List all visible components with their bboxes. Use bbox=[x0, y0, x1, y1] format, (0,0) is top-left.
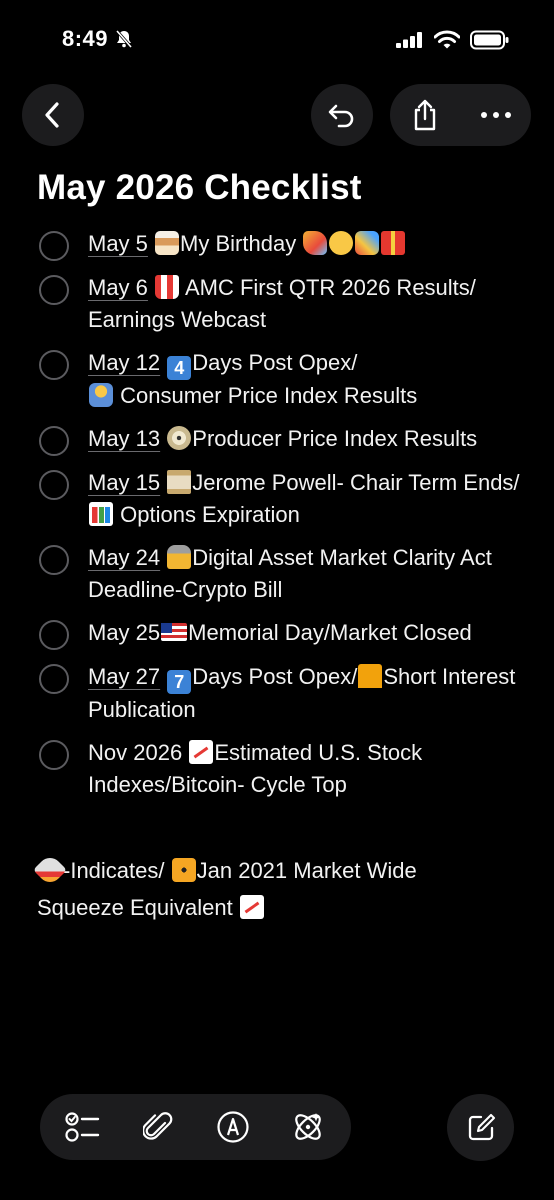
date-text: Nov 2026 bbox=[88, 740, 183, 765]
status-time-text: 8:49 bbox=[62, 26, 109, 51]
item-label: Days Post Opex/ bbox=[192, 350, 358, 375]
checklist-item-text[interactable]: May 6 AMC First QTR 2026 Results/ Earnin… bbox=[88, 272, 528, 336]
checklist-item-text[interactable]: May 24 Digital Asset Market Clarity Act … bbox=[88, 542, 528, 606]
checklist: May 5 My Birthday May 6 AMC First QTR 20… bbox=[0, 228, 554, 812]
checklist-item: May 24 Digital Asset Market Clarity Act … bbox=[0, 542, 554, 606]
item-label-continued: Consumer Price Index Results bbox=[120, 383, 418, 408]
bank-icon bbox=[167, 470, 192, 494]
gift-icon bbox=[381, 231, 406, 255]
share-more-group bbox=[390, 84, 531, 146]
battery-icon bbox=[470, 30, 509, 50]
checklist-item-text[interactable]: May 5 My Birthday bbox=[88, 228, 528, 261]
checkbox[interactable] bbox=[39, 426, 69, 456]
checkbox[interactable] bbox=[39, 350, 69, 380]
checkbox[interactable] bbox=[39, 470, 69, 500]
bar-chart-icon bbox=[89, 502, 113, 526]
checkbox[interactable] bbox=[39, 231, 69, 261]
item-label: My Birthday bbox=[180, 231, 297, 256]
keycap-seven-icon: 7 bbox=[167, 670, 192, 694]
date-link[interactable]: May 27 bbox=[88, 664, 160, 689]
party-popper-icon bbox=[303, 231, 328, 255]
radioactive-icon bbox=[171, 858, 196, 882]
checkbox[interactable] bbox=[39, 275, 69, 305]
checklist-item-text[interactable]: May 27 7 Days Post Opex/Short Interest Pu… bbox=[88, 661, 528, 726]
date-link[interactable]: May 6 bbox=[88, 275, 148, 300]
share-button[interactable] bbox=[390, 84, 461, 146]
paperclip-icon bbox=[143, 1112, 173, 1140]
wifi-icon bbox=[434, 30, 460, 49]
popcorn-icon bbox=[155, 275, 180, 299]
party-face-icon bbox=[329, 231, 354, 255]
checklist-item: May 25 Memorial Day/Market Closed bbox=[0, 617, 554, 650]
status-time: 8:49 bbox=[62, 26, 134, 52]
item-label: Days Post Opex/ bbox=[192, 664, 358, 689]
item-label-continued: Options Expiration bbox=[120, 502, 300, 527]
bell-slash-icon bbox=[115, 30, 133, 48]
checklist-item: May 13 Producer Price Index Results bbox=[0, 423, 554, 456]
date-link[interactable]: May 12 bbox=[88, 350, 160, 375]
compose-button[interactable] bbox=[447, 1094, 514, 1161]
bottom-toolbar bbox=[40, 1094, 351, 1160]
writing-tools-button[interactable] bbox=[283, 1102, 333, 1152]
back-button[interactable] bbox=[22, 84, 84, 146]
markup-button[interactable] bbox=[208, 1102, 258, 1152]
checklist-button[interactable] bbox=[58, 1102, 108, 1152]
share-icon bbox=[415, 99, 436, 131]
birthday-cake-icon bbox=[155, 231, 180, 255]
item-label: Memorial Day/Market Closed bbox=[188, 620, 472, 645]
checklist-item: May 6 AMC First QTR 2026 Results/ Earnin… bbox=[0, 272, 554, 336]
item-label: Producer Price Index Results bbox=[192, 426, 478, 451]
checkbox[interactable] bbox=[39, 545, 69, 575]
shorts-icon bbox=[358, 664, 383, 688]
date-link[interactable]: May 13 bbox=[88, 426, 160, 451]
checklist-item-text[interactable]: May 15 Jerome Powell- Chair Term Ends/ O… bbox=[88, 467, 528, 531]
lock-key-icon bbox=[167, 545, 192, 569]
undo-icon bbox=[328, 104, 354, 128]
checklist-item: May 27 7 Days Post Opex/Short Interest Pu… bbox=[0, 661, 554, 726]
checklist-icon bbox=[65, 1112, 100, 1142]
attachment-button[interactable] bbox=[133, 1102, 183, 1152]
checklist-item-text[interactable]: Nov 2026 Estimated U.S. Stock Indexes/Bi… bbox=[88, 737, 528, 801]
checkbox[interactable] bbox=[39, 740, 69, 770]
date-link[interactable]: May 24 bbox=[88, 545, 160, 570]
footer-note[interactable]: -Indicates/ Jan 2021 Market Wide Squeeze… bbox=[33, 852, 507, 926]
markup-icon bbox=[217, 1111, 249, 1143]
rocket-icon bbox=[33, 853, 67, 887]
confetti-icon bbox=[355, 231, 380, 255]
date-link[interactable]: May 5 bbox=[88, 231, 148, 256]
checklist-item-text[interactable]: May 12 4 Days Post Opex/ Consumer Price I… bbox=[88, 347, 528, 412]
chevron-left-icon bbox=[45, 102, 59, 128]
us-flag-icon bbox=[161, 623, 188, 641]
date-text: May 25 bbox=[88, 620, 161, 645]
compose-icon bbox=[468, 1113, 495, 1140]
note-title[interactable]: May 2026 Checklist bbox=[37, 168, 362, 208]
footer-text-a: -Indicates/ bbox=[63, 858, 165, 883]
checklist-item: May 5 My Birthday bbox=[0, 228, 554, 261]
chart-increasing-icon bbox=[189, 740, 214, 764]
checkbox[interactable] bbox=[39, 664, 69, 694]
item-label: Jerome Powell- Chair Term Ends/ bbox=[192, 470, 520, 495]
date-link[interactable]: May 15 bbox=[88, 470, 160, 495]
cellular-signal-icon bbox=[396, 32, 422, 48]
keycap-four-icon: 4 bbox=[167, 356, 192, 380]
checkbox[interactable] bbox=[39, 620, 69, 650]
chart-increasing-icon bbox=[239, 895, 264, 919]
dvd-icon bbox=[167, 426, 192, 450]
checklist-item-text[interactable]: May 25 Memorial Day/Market Closed bbox=[88, 617, 528, 650]
writing-tools-icon bbox=[294, 1113, 321, 1140]
ellipsis-icon bbox=[480, 112, 511, 118]
checklist-item-text[interactable]: May 13 Producer Price Index Results bbox=[88, 423, 528, 456]
checklist-item: Nov 2026 Estimated U.S. Stock Indexes/Bi… bbox=[0, 737, 554, 801]
more-button[interactable] bbox=[461, 84, 532, 146]
checklist-item: May 12 4 Days Post Opex/ Consumer Price I… bbox=[0, 347, 554, 412]
status-bar: 8:49 bbox=[0, 0, 554, 80]
person-laptop-icon bbox=[89, 383, 113, 407]
undo-button[interactable] bbox=[311, 84, 373, 146]
checklist-item: May 15 Jerome Powell- Chair Term Ends/ O… bbox=[0, 467, 554, 531]
